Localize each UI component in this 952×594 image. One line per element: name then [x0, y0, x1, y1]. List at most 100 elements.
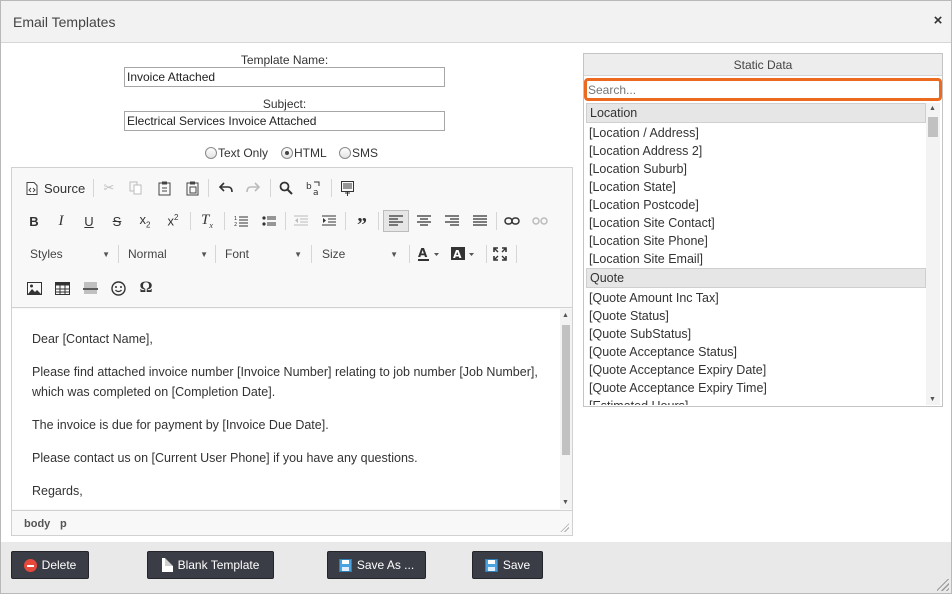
radio-html[interactable]: HTML	[281, 146, 327, 160]
redo-icon	[246, 182, 260, 193]
link-button[interactable]	[501, 210, 523, 232]
cut-button[interactable]: ✂	[98, 177, 120, 199]
redo-button[interactable]	[242, 177, 264, 199]
align-right-button[interactable]	[441, 210, 463, 232]
list-item[interactable]: [Quote Amount Inc Tax]	[586, 289, 926, 307]
template-name-input[interactable]	[124, 67, 445, 87]
list-item[interactable]: [Location Postcode]	[586, 196, 926, 214]
svg-text:2: 2	[234, 222, 237, 227]
align-left-button[interactable]	[383, 210, 409, 232]
outdent-button[interactable]	[290, 210, 312, 232]
path-body[interactable]: body	[24, 518, 50, 530]
scroll-down-icon[interactable]: ▼	[929, 396, 936, 403]
numbered-list-button[interactable]: 12	[230, 210, 252, 232]
blank-template-button[interactable]: Blank Template	[147, 551, 274, 579]
rich-text-editor: Source ✂ ba B I U S x2 x2 Tx 1 2 ” Style…	[11, 167, 573, 536]
resize-grip-icon[interactable]	[560, 523, 569, 532]
table-button[interactable]	[51, 277, 73, 299]
superscript-button[interactable]: x2	[162, 210, 184, 232]
list-item[interactable]: [Quote Status]	[586, 307, 926, 325]
scrollbar-thumb[interactable]	[562, 325, 570, 455]
image-button[interactable]	[23, 277, 45, 299]
justify-button[interactable]	[469, 210, 491, 232]
special-char-button[interactable]: Ω	[135, 277, 157, 299]
radio-text-only[interactable]: Text Only	[205, 146, 268, 160]
remove-format-button[interactable]: Tx	[196, 210, 218, 232]
save-as-label: Save As ...	[356, 558, 415, 572]
template-icon	[340, 180, 354, 196]
template-button[interactable]	[336, 177, 358, 199]
static-data-scrollbar[interactable]: ▲ ▼	[926, 103, 940, 405]
delete-button[interactable]: Delete	[11, 551, 89, 579]
list-item[interactable]: [Estimated Hours]	[586, 397, 926, 405]
radio-button[interactable]	[339, 147, 351, 159]
source-button[interactable]: Source	[26, 177, 86, 199]
scrollbar-thumb[interactable]	[928, 117, 938, 137]
paste-button[interactable]	[153, 177, 175, 199]
radio-button[interactable]	[205, 147, 217, 159]
dialog-resize-grip-icon[interactable]	[937, 579, 949, 591]
replace-button[interactable]: ba	[303, 177, 325, 199]
list-item[interactable]: [Location State]	[586, 178, 926, 196]
list-item[interactable]: [Location Site Contact]	[586, 214, 926, 232]
static-data-search-wrap	[584, 78, 942, 101]
save-button[interactable]: Save	[472, 551, 543, 579]
outdent-icon	[294, 215, 308, 226]
size-dropdown[interactable]: Size ▼	[322, 243, 398, 265]
find-button[interactable]	[275, 177, 297, 199]
list-item[interactable]: [Location Address 2]	[586, 142, 926, 160]
blockquote-button[interactable]: ”	[351, 210, 373, 235]
list-item[interactable]: [Location / Address]	[586, 124, 926, 142]
font-label: Font	[225, 247, 250, 261]
text-color-icon: A	[418, 246, 439, 261]
paste-text-button[interactable]	[181, 177, 203, 199]
bulleted-list-button[interactable]	[258, 210, 280, 232]
list-item[interactable]: [Quote Acceptance Expiry Time]	[586, 379, 926, 397]
path-p[interactable]: p	[60, 518, 67, 530]
save-as-button[interactable]: Save As ...	[327, 551, 426, 579]
scroll-up-icon[interactable]: ▲	[929, 105, 936, 112]
table-icon	[54, 281, 70, 295]
copy-button[interactable]	[124, 177, 146, 199]
smiley-button[interactable]	[107, 277, 129, 299]
indent-button[interactable]	[318, 210, 340, 232]
copy-icon	[129, 181, 141, 195]
list-item[interactable]: [Location Site Email]	[586, 250, 926, 268]
list-item[interactable]: [Quote Acceptance Status]	[586, 343, 926, 361]
list-item[interactable]: [Location Suburb]	[586, 160, 926, 178]
subscript-icon: x2	[139, 212, 151, 230]
editor-scrollbar[interactable]: ▲ ▼	[560, 309, 572, 509]
horizontal-line-button[interactable]	[79, 277, 101, 299]
bold-icon: B	[29, 213, 39, 229]
subscript-button[interactable]: x2	[134, 210, 156, 232]
list-item[interactable]: [Quote SubStatus]	[586, 325, 926, 343]
background-color-button[interactable]: A	[449, 243, 479, 265]
undo-button[interactable]	[215, 177, 237, 199]
font-dropdown[interactable]: Font ▼	[225, 243, 302, 265]
text-color-button[interactable]: A	[415, 243, 443, 265]
unlink-button[interactable]	[529, 210, 551, 232]
close-icon[interactable]: ×	[931, 13, 945, 29]
editor-statusbar: body p	[12, 510, 572, 535]
styles-dropdown[interactable]: Styles ▼	[30, 243, 110, 265]
underline-button[interactable]: U	[78, 210, 100, 232]
subject-input[interactable]	[124, 111, 445, 131]
maximize-button[interactable]	[489, 243, 511, 265]
paragraph: Please find attached invoice number [Inv…	[32, 365, 538, 399]
align-center-button[interactable]	[413, 210, 435, 232]
svg-text:A: A	[418, 246, 428, 260]
italic-button[interactable]: I	[50, 210, 72, 232]
scroll-up-icon[interactable]: ▲	[562, 312, 569, 319]
scroll-down-icon[interactable]: ▼	[562, 499, 569, 506]
remove-format-icon: Tx	[201, 212, 213, 230]
list-item[interactable]: [Quote Acceptance Expiry Date]	[586, 361, 926, 379]
static-data-list: Location [Location / Address] [Location …	[586, 103, 926, 405]
list-item[interactable]: [Location Site Phone]	[586, 232, 926, 250]
bold-button[interactable]: B	[23, 210, 45, 232]
format-dropdown[interactable]: Normal ▼	[128, 243, 208, 265]
radio-button-selected[interactable]	[281, 147, 293, 159]
radio-sms[interactable]: SMS	[339, 146, 378, 160]
strikethrough-button[interactable]: S	[106, 210, 128, 232]
static-data-search-input[interactable]	[587, 81, 939, 98]
editor-content[interactable]: Dear [Contact Name], Please find attache…	[12, 309, 560, 509]
